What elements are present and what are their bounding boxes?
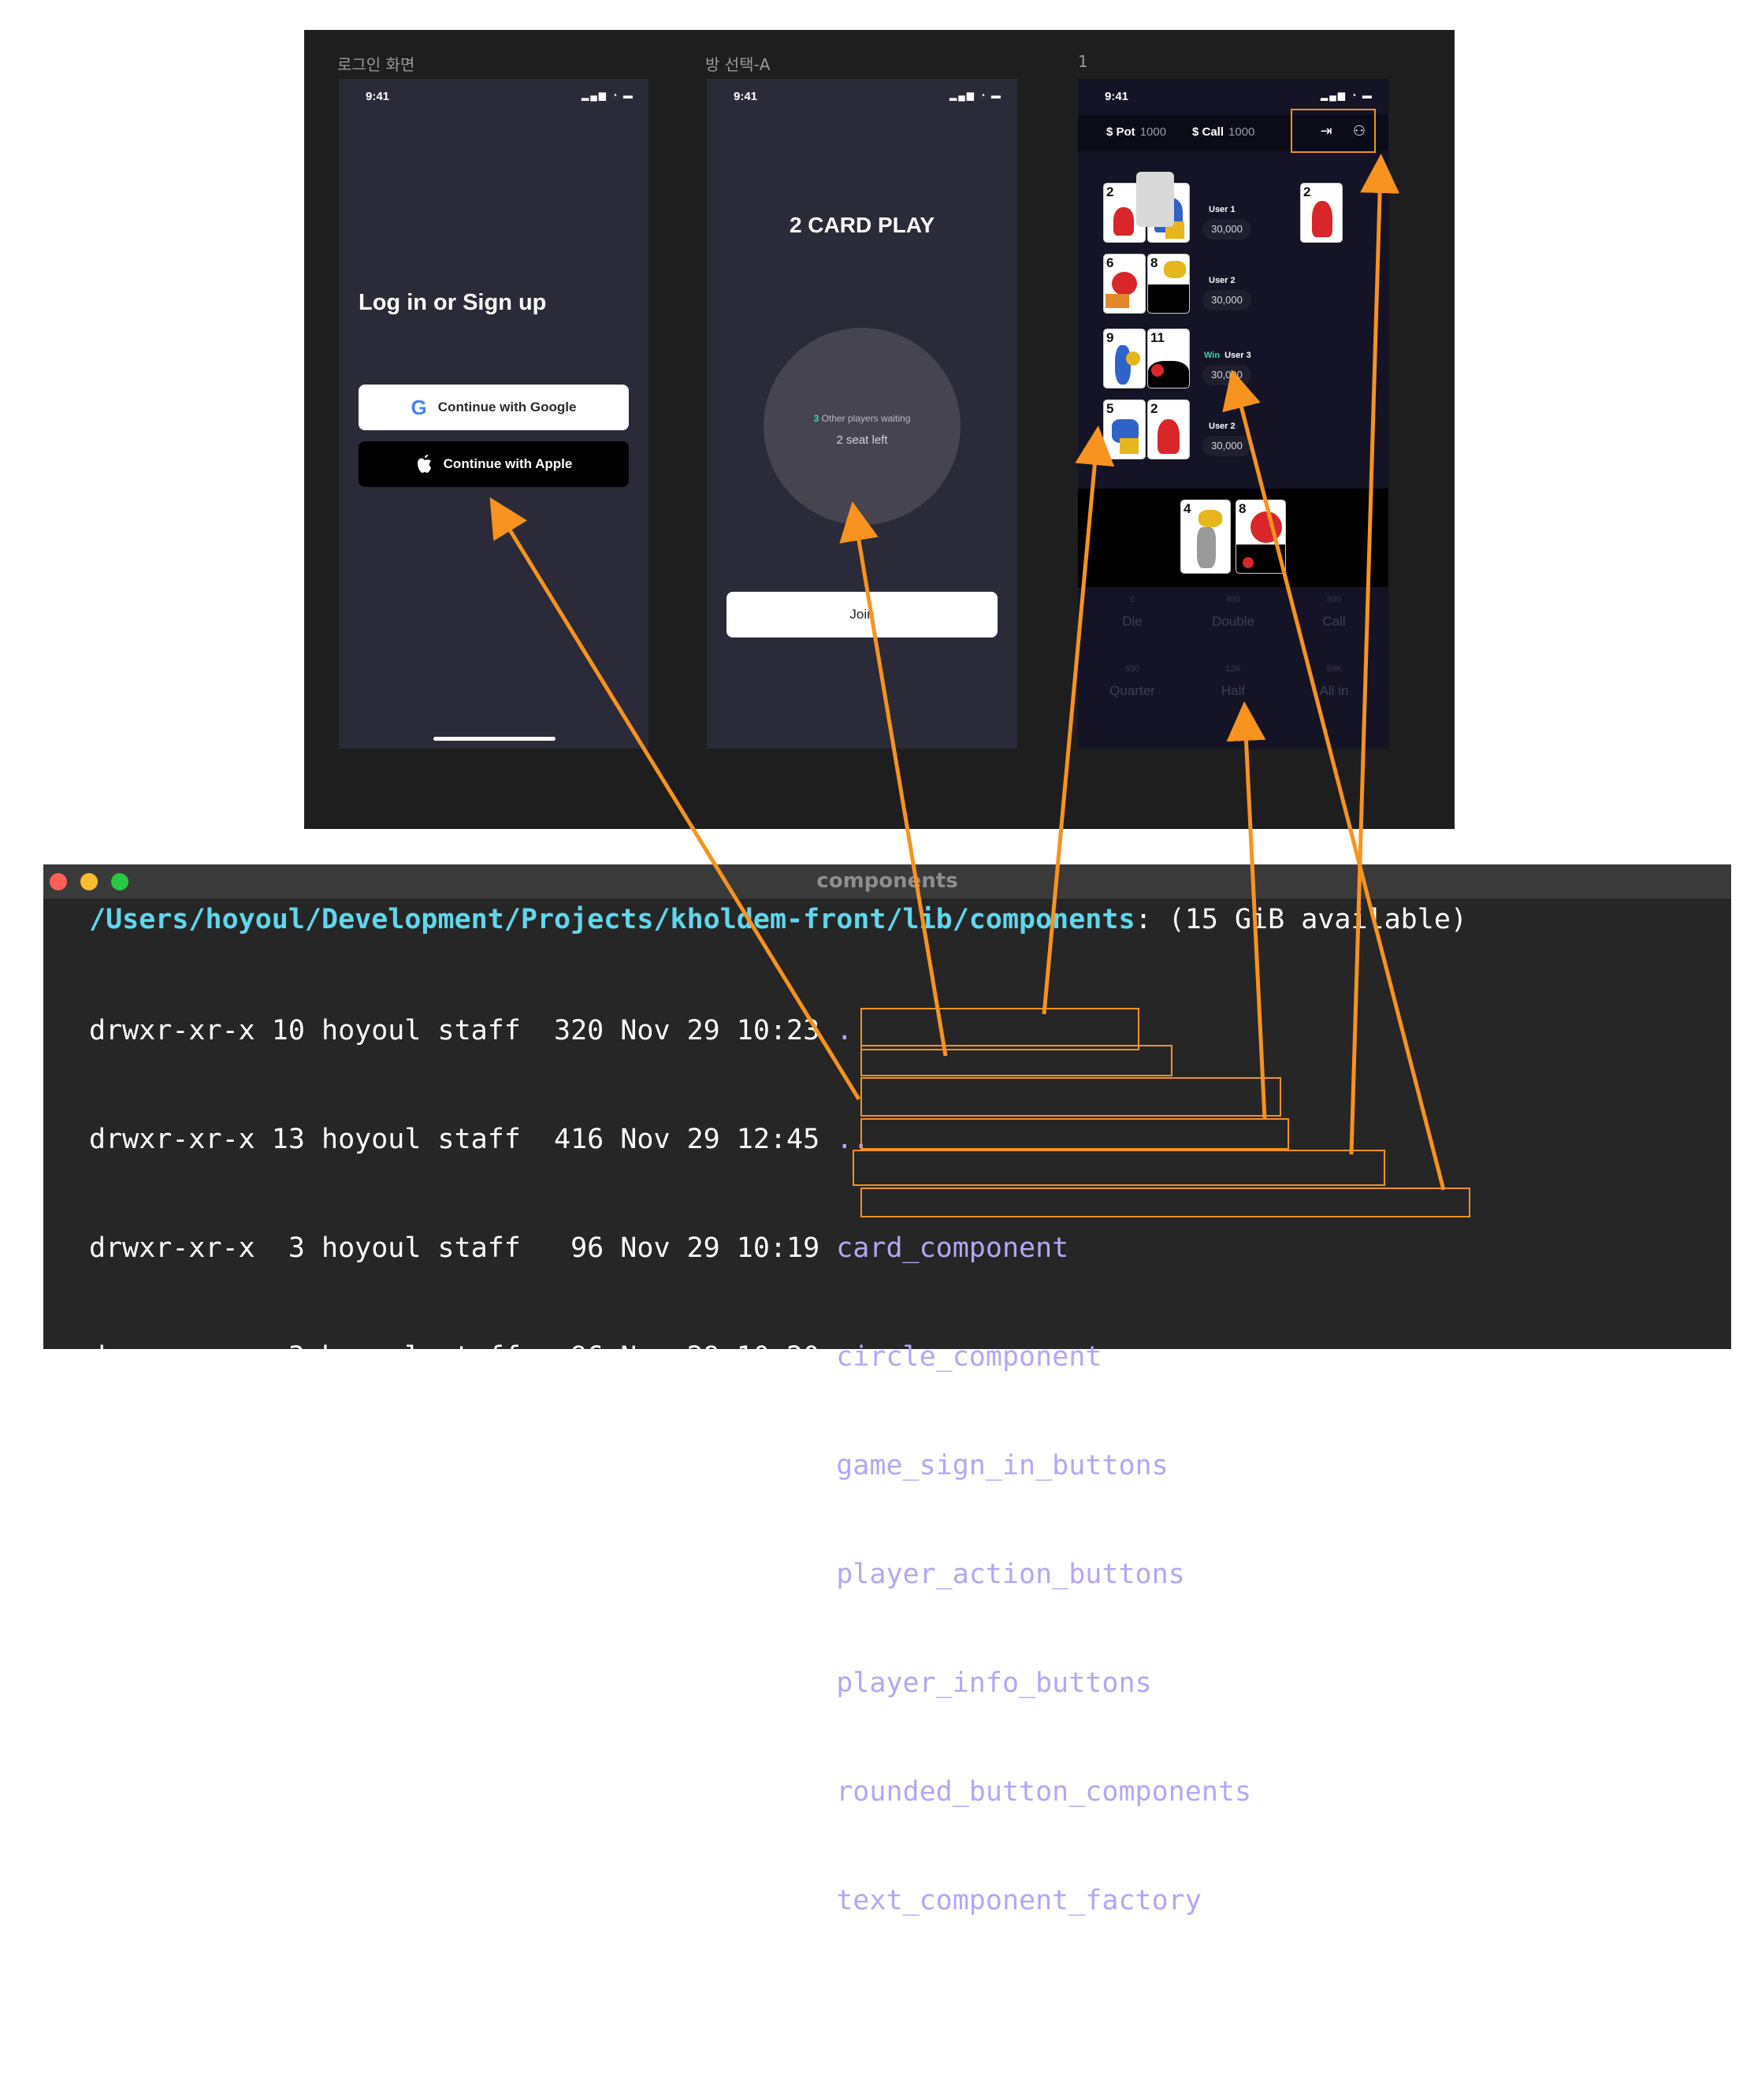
file-name: player_action_buttons: [836, 1559, 1185, 1590]
arrow-player-info: [1349, 154, 1400, 1155]
file-meta: drwxr-xr-x 3 hoyoul staff 96 Nov 29 00:5…: [89, 1559, 837, 1590]
file-meta: drwxr-xr-x 3 hoyoul staff 96 Nov 29 00:5…: [89, 1667, 837, 1699]
list-item[interactable]: drwxr-xr-x 3 hoyoul staff 96 Nov 29 00:5…: [89, 1556, 1317, 1593]
arrows-overlay: [489, 154, 1446, 1191]
file-meta: drwxr-xr-x 3 hoyoul staff 96 Nov 29 10:2…: [89, 1776, 837, 1808]
list-item[interactable]: drwxr-xr-x 3 hoyoul staff 96 Nov 29 00:5…: [89, 1665, 1317, 1701]
file-name: rounded_button_components: [836, 1776, 1252, 1808]
file-meta: -rw-r--r-- 1 hoyoul staff 1785 Nov 29 10…: [89, 1994, 837, 2025]
arrow-circle: [839, 501, 948, 1057]
file-meta: drwxr-xr-x 5 hoyoul staff 160 Nov 26 01:…: [89, 1885, 837, 1916]
list-item[interactable]: drwxr-xr-x 3 hoyoul staff 96 Nov 29 10:2…: [89, 1774, 1317, 1810]
list-item[interactable]: drwxr-xr-x 3 hoyoul staff 96 Nov 29 12:5…: [89, 1448, 1317, 1484]
file-name: text_component_factory: [836, 1885, 1202, 1916]
arrow-rounded-button: [1222, 369, 1446, 1191]
list-item[interactable]: drwxr-xr-x 5 hoyoul staff 160 Nov 26 01:…: [89, 1883, 1317, 1919]
file-name: player_betting_component.dart: [836, 1994, 1318, 2025]
file-name: game_sign_in_buttons: [836, 1450, 1169, 1481]
arrow-game-sign-in: [489, 496, 861, 1101]
file-name: player_info_buttons: [836, 1667, 1152, 1699]
file-meta: drwxr-xr-x 3 hoyoul staff 96 Nov 29 12:5…: [89, 1450, 837, 1481]
arrow-player-action: [1226, 701, 1267, 1120]
list-item[interactable]: -rw-r--r-- 1 hoyoul staff 1785 Nov 29 10…: [89, 1991, 1317, 2028]
arrow-card: [1042, 426, 1115, 1015]
